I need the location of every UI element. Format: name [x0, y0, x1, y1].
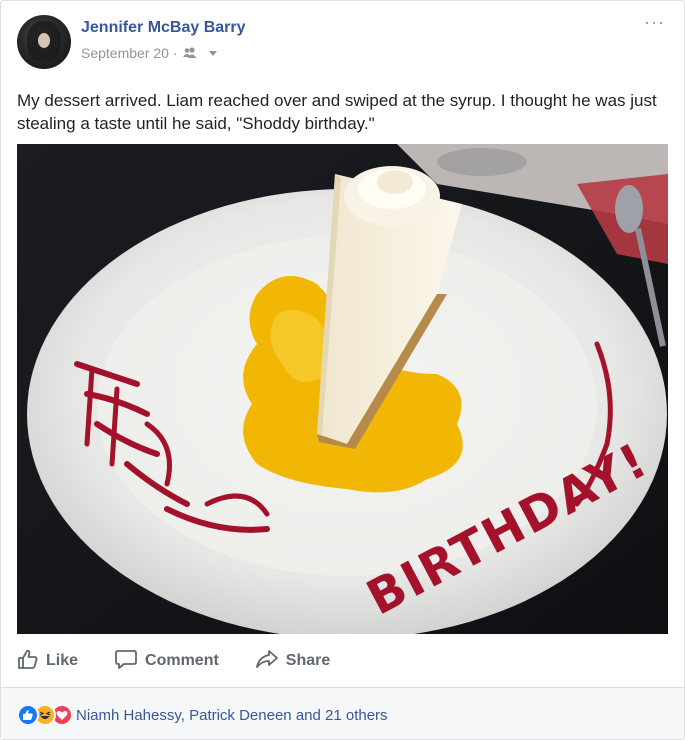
like-label: Like — [46, 652, 79, 669]
author-name[interactable]: Jennifer McBay Barry — [81, 19, 246, 37]
post-actions: Like Comment Share — [17, 643, 668, 679]
post-header: Jennifer McBay Barry September 20 · ··· — [17, 13, 667, 75]
post-message: My dessert arrived. Liam reached over an… — [17, 91, 657, 133]
share-icon — [255, 648, 279, 675]
reaction-icons — [17, 704, 73, 726]
reactions-summary[interactable]: Niamh Hahessy, Patrick Deneen and 21 oth… — [17, 704, 388, 726]
friends-icon[interactable] — [182, 47, 204, 59]
like-reaction-icon — [17, 704, 39, 726]
post-meta: September 20 · — [81, 45, 218, 61]
like-button[interactable]: Like — [17, 648, 78, 675]
post-card: Jennifer McBay Barry September 20 · ··· … — [0, 0, 685, 740]
comment-icon — [114, 648, 138, 675]
author-avatar[interactable] — [17, 15, 71, 69]
post-photo[interactable]: BIRTHDAY! — [17, 144, 668, 634]
share-button[interactable]: Share — [255, 648, 330, 675]
comment-button[interactable]: Comment — [114, 648, 219, 675]
date-separator: · — [172, 45, 178, 61]
reactions-bar: Niamh Hahessy, Patrick Deneen and 21 oth… — [1, 688, 684, 739]
reactions-summary-text: Niamh Hahessy, Patrick Deneen and 21 oth… — [76, 706, 388, 724]
post-date[interactable]: September 20 — [81, 45, 169, 61]
more-options-button[interactable]: ··· — [644, 13, 665, 31]
thumbs-up-icon — [17, 648, 39, 675]
comment-label: Comment — [145, 652, 219, 669]
share-label: Share — [285, 652, 331, 669]
chevron-down-icon[interactable] — [208, 49, 218, 57]
